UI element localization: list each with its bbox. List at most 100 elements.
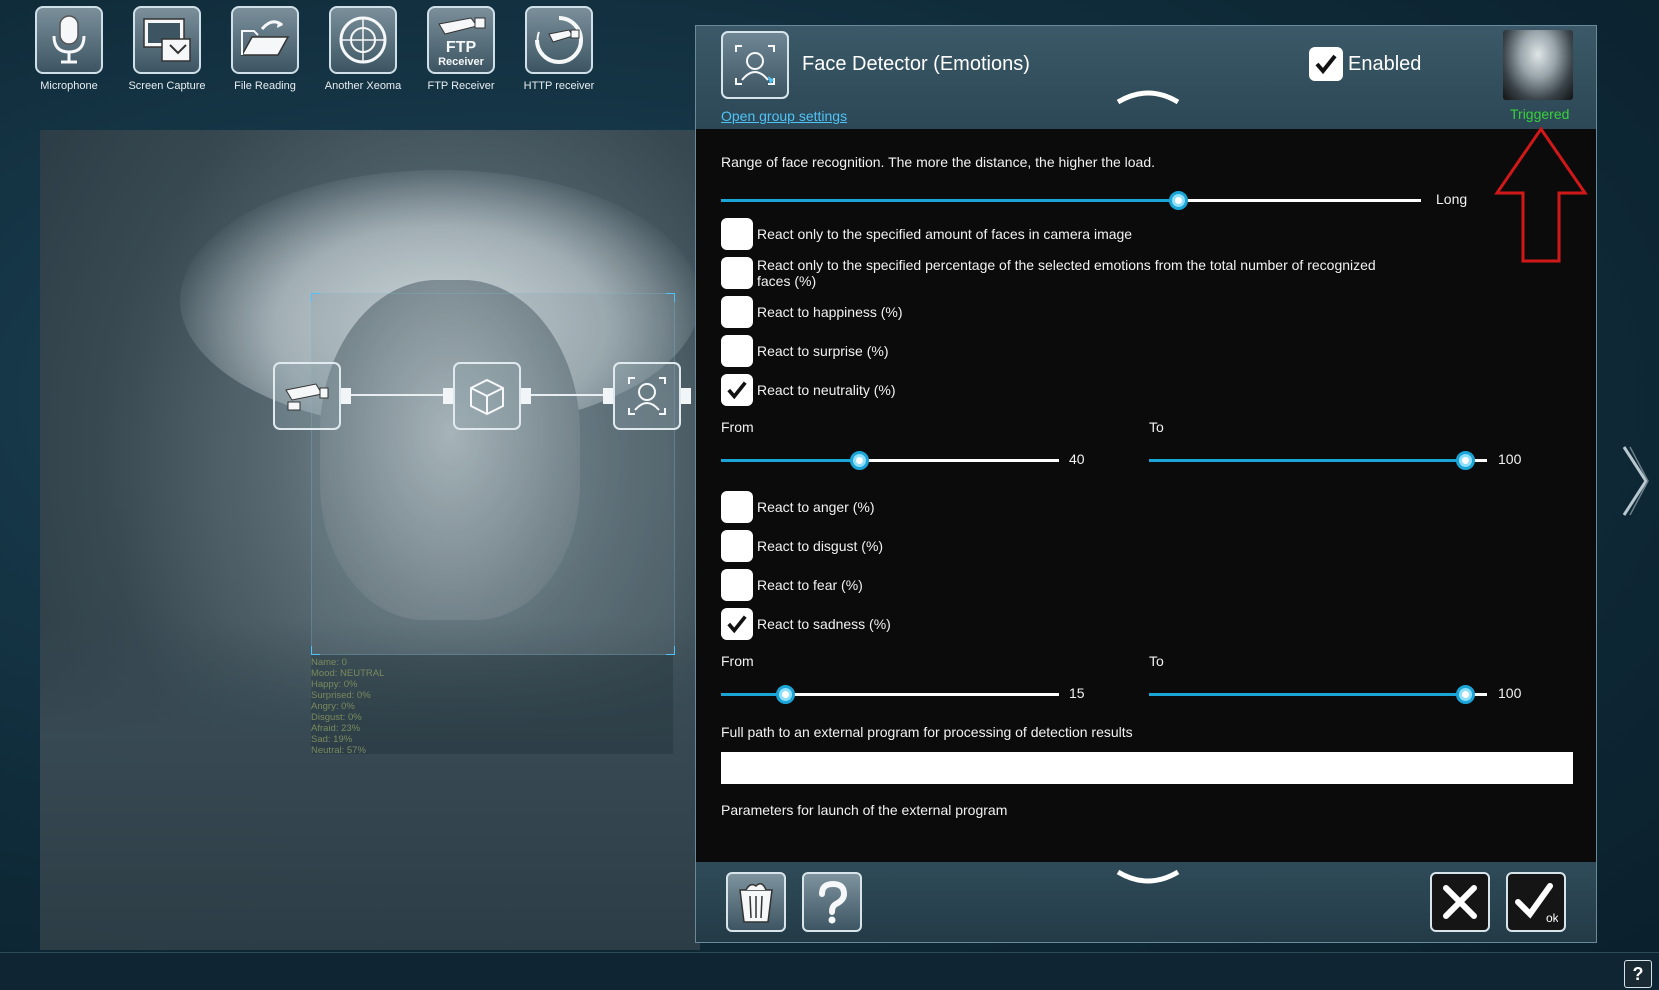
triggered-status: Triggered <box>1510 106 1570 122</box>
sadness-from-slider[interactable] <box>721 685 1059 704</box>
next-chevron-icon[interactable] <box>1622 445 1650 517</box>
option-surprise-label: React to surprise (%) <box>757 343 889 359</box>
slider-fill <box>721 459 859 462</box>
tool-label: HTTP receiver <box>523 80 595 92</box>
collapse-down-icon[interactable] <box>1116 868 1180 890</box>
sadness-from-value: 15 <box>1069 685 1085 701</box>
svg-text:ok: ok <box>1546 911 1558 924</box>
sadness-from-label: From <box>721 653 754 669</box>
tool-label: Microphone <box>40 80 98 92</box>
status-bar <box>0 952 1659 990</box>
pipeline-box-module[interactable] <box>453 362 521 430</box>
annotation-arrow-icon <box>1494 126 1588 263</box>
neutrality-from-label: From <box>721 419 754 435</box>
neutrality-from-value: 40 <box>1069 451 1085 467</box>
close-icon <box>1443 885 1477 919</box>
option-anger-checkbox[interactable] <box>721 491 753 523</box>
tool-another-xeoma[interactable]: Another Xeoma <box>314 6 412 92</box>
screen-capture-icon <box>133 6 201 74</box>
box-icon <box>470 378 504 416</box>
tool-microphone[interactable]: Microphone <box>20 6 118 92</box>
microphone-icon <box>35 6 103 74</box>
option-sadness-label: React to sadness (%) <box>757 616 891 632</box>
camera-icon <box>285 383 329 411</box>
cancel-button[interactable] <box>1430 872 1490 932</box>
triggered-thumbnail <box>1503 30 1573 100</box>
trash-icon <box>739 883 773 923</box>
facebox-corner <box>666 646 675 655</box>
slider-fill <box>1149 693 1465 696</box>
pipeline-port <box>681 388 691 404</box>
pipeline-port <box>443 388 453 404</box>
neutrality-to-value: 100 <box>1498 451 1522 467</box>
pipeline-connector <box>351 394 443 396</box>
stat-angry: Angry: 0% <box>311 701 355 712</box>
enabled-checkbox[interactable] <box>1309 47 1343 81</box>
slider-knob[interactable] <box>1456 451 1475 470</box>
facebox-corner <box>311 293 320 302</box>
face-detector-icon <box>628 377 666 415</box>
pipeline-face-detector-module[interactable] <box>613 362 681 430</box>
slider-fill <box>721 199 1178 202</box>
delete-button[interactable] <box>726 872 786 932</box>
help-button[interactable] <box>802 872 862 932</box>
pipeline-port <box>521 388 531 404</box>
http-receiver-icon <box>525 6 593 74</box>
option-emotion-percentage-label: React only to the specified percentage o… <box>757 257 1376 289</box>
option-surprise-checkbox[interactable] <box>721 335 753 367</box>
tool-label: Another Xeoma <box>324 80 402 92</box>
facebox-corner <box>311 646 320 655</box>
stat-afraid: Afraid: 23% <box>311 723 361 734</box>
option-sadness-checkbox[interactable] <box>721 608 753 640</box>
module-toolbar: Microphone Screen Capture File Reading A… <box>20 6 608 92</box>
dialog-footer: ok <box>696 862 1596 942</box>
face-stats-overlay: Name: 0 Mood: NEUTRAL Happy: 0% Surprise… <box>311 655 673 756</box>
option-disgust-checkbox[interactable] <box>721 530 753 562</box>
range-value-label: Long <box>1436 191 1468 207</box>
pipeline-camera-module[interactable] <box>273 362 341 430</box>
option-emotion-percentage-checkbox[interactable] <box>721 257 753 289</box>
collapse-up-icon[interactable] <box>1116 84 1180 106</box>
pipeline-port <box>603 388 613 404</box>
stat-surprised: Surprised: 0% <box>311 690 371 701</box>
tool-label: FTP Receiver <box>427 80 495 92</box>
slider-knob[interactable] <box>850 451 869 470</box>
dialog-body: Range of face recognition. The more the … <box>696 129 1596 889</box>
option-happiness-checkbox[interactable] <box>721 296 753 328</box>
slider-knob[interactable] <box>1456 685 1475 704</box>
range-description: Range of face recognition. The more the … <box>721 154 1156 170</box>
dialog-header: Face Detector (Emotions) Open group sett… <box>696 26 1596 129</box>
tool-file-reading[interactable]: File Reading <box>216 6 314 92</box>
tool-http-receiver[interactable]: HTTP receiver <box>510 6 608 92</box>
ok-button[interactable]: ok <box>1506 872 1566 932</box>
slider-knob[interactable] <box>1169 191 1188 210</box>
pipeline-connector <box>531 394 603 396</box>
option-anger-label: React to anger (%) <box>757 499 875 515</box>
face-detector-icon <box>721 31 789 99</box>
tool-ftp-receiver[interactable]: FTP Receiver FTP Receiver <box>412 6 510 92</box>
range-slider[interactable] <box>721 191 1421 210</box>
stat-neutral: Neutral: 57% <box>311 745 366 756</box>
option-neutrality-checkbox[interactable] <box>721 374 753 406</box>
neutrality-to-slider[interactable] <box>1149 451 1487 470</box>
ftp-receiver-icon: FTP Receiver <box>427 6 495 74</box>
option-fear-checkbox[interactable] <box>721 569 753 601</box>
external-program-path-input[interactable] <box>721 752 1573 784</box>
option-neutrality-label: React to neutrality (%) <box>757 382 896 398</box>
sadness-to-slider[interactable] <box>1149 685 1487 704</box>
option-fear-label: React to fear (%) <box>757 577 863 593</box>
parameters-label: Parameters for launch of the external pr… <box>721 802 1008 818</box>
neutrality-from-slider[interactable] <box>721 451 1059 470</box>
global-help-button[interactable]: ? <box>1624 960 1652 988</box>
tool-label: Screen Capture <box>128 80 206 92</box>
stat-name: Name: 0 <box>311 657 347 668</box>
open-group-settings-link[interactable]: Open group settings <box>721 108 847 124</box>
slider-knob[interactable] <box>776 685 795 704</box>
tool-screen-capture[interactable]: Screen Capture <box>118 6 216 92</box>
face-detector-settings-dialog: Face Detector (Emotions) Open group sett… <box>695 25 1597 943</box>
ok-check-icon: ok <box>1515 883 1558 924</box>
face-detection-box <box>311 293 675 655</box>
option-happiness-label: React to happiness (%) <box>757 304 903 320</box>
stat-disgust: Disgust: 0% <box>311 712 362 723</box>
option-faces-amount-checkbox[interactable] <box>721 218 753 250</box>
